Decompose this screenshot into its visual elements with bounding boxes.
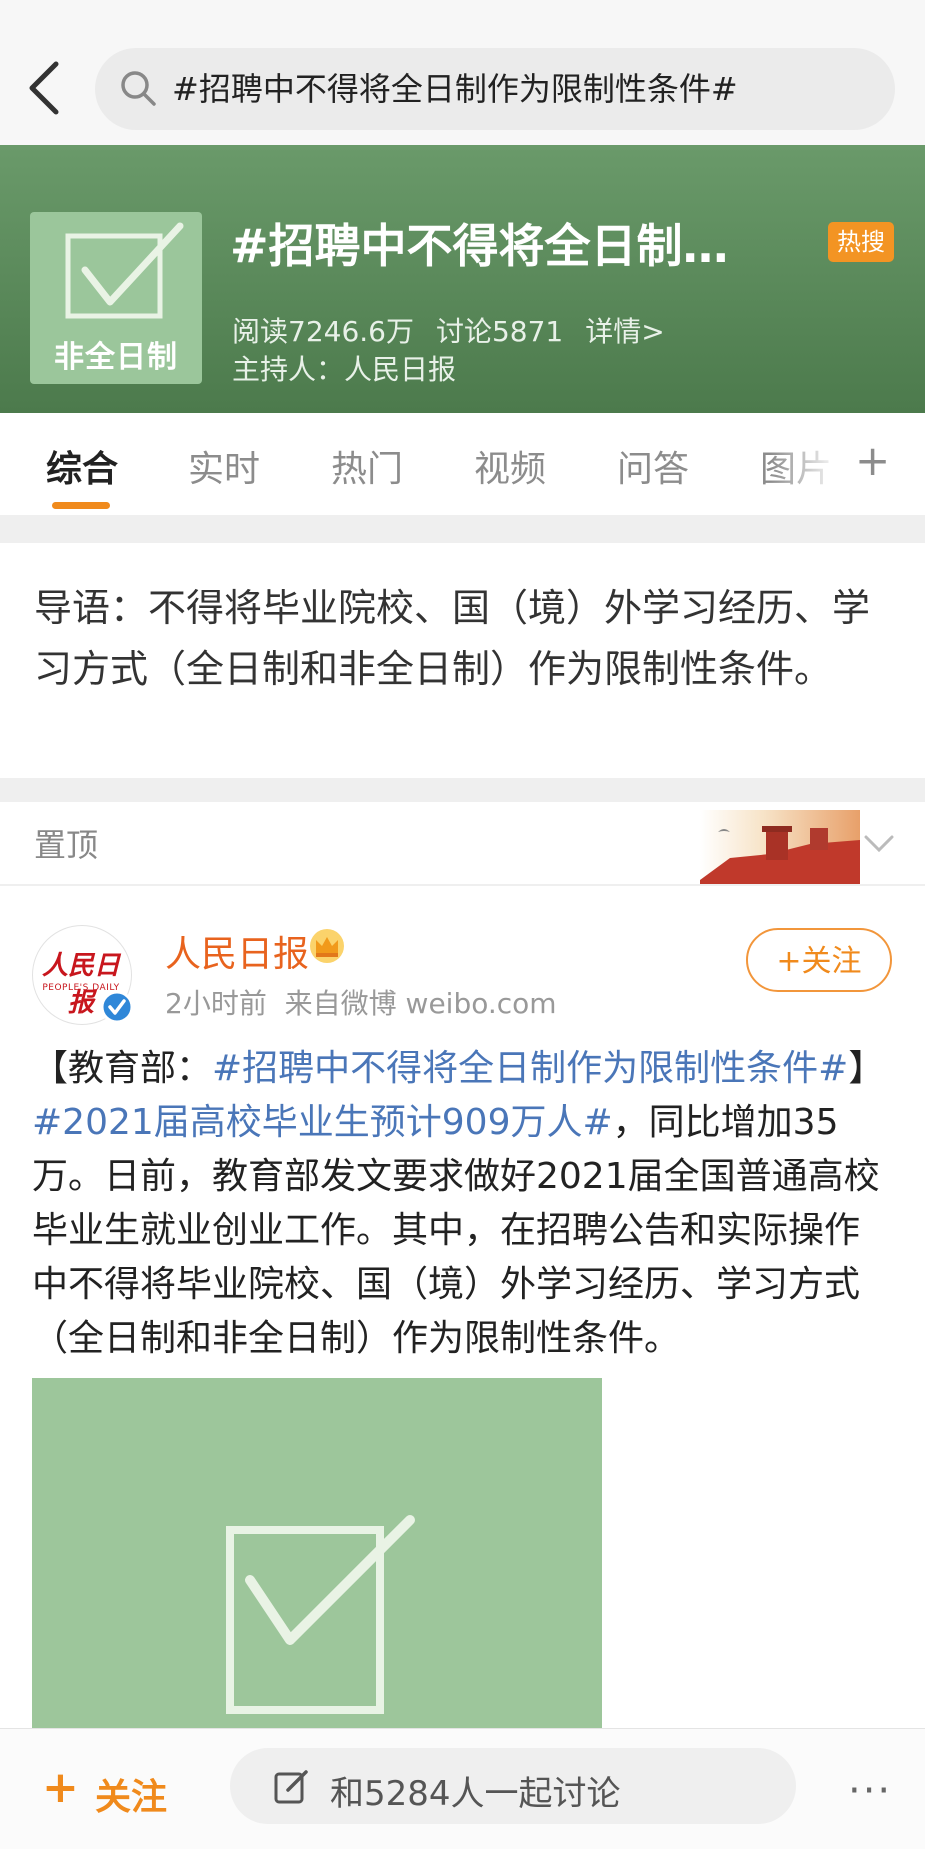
search-icon [121, 71, 156, 106]
search-query-text: #招聘中不得将全日制作为限制性条件# [172, 70, 738, 108]
more-options-icon[interactable]: ··· [848, 1768, 892, 1814]
plus-icon[interactable]: + [42, 1762, 79, 1813]
follow-topic-button[interactable]: 关注 [95, 1768, 167, 1820]
pinned-label: 置顶 [34, 826, 99, 864]
edit-icon [274, 1770, 308, 1804]
hashtag-link[interactable]: #招聘中不得将全日制作为限制性条件# [212, 1048, 848, 1089]
great-wall-banner-icon [700, 810, 860, 884]
topic-intro: 导语：不得将毕业院校、国（境）外学习经历、学习方式（全日制和非全日制）作为限制性… [34, 586, 871, 691]
post-body: 【教育部：#招聘中不得将全日制作为限制性条件#】 #2021届高校毕业生预计909… [32, 1042, 894, 1366]
divider-line [0, 884, 925, 886]
details-link[interactable]: 详情> [585, 315, 664, 348]
section-divider [0, 515, 925, 543]
tab-hot[interactable]: 热门 [331, 440, 403, 492]
post-time: 2小时前 [165, 987, 267, 1020]
active-tab-indicator [52, 502, 110, 509]
section-divider [0, 778, 925, 802]
topic-logo-text: 非全日制 [54, 340, 178, 375]
tab-qa[interactable]: 问答 [617, 440, 689, 492]
read-count: 阅读7246.6万 [232, 315, 414, 348]
author-name[interactable]: 人民日报 [165, 925, 309, 977]
crown-icon [310, 929, 344, 963]
discussion-count: 讨论5871 [435, 315, 564, 348]
tab-fade-overlay [770, 430, 840, 490]
hashtag-link[interactable]: #2021届高校毕业生预计909万人# [32, 1102, 613, 1143]
topic-title: #招聘中不得将全日制… [230, 219, 729, 273]
follow-button[interactable]: +关注 [746, 928, 892, 992]
discussion-input-text: 和5284人一起讨论 [330, 1774, 621, 1814]
verified-badge-icon [100, 990, 134, 1024]
chevron-down-icon[interactable] [862, 828, 896, 858]
tab-video[interactable]: 视频 [474, 440, 546, 492]
back-arrow-icon[interactable] [22, 58, 70, 118]
post-text: 】 [848, 1048, 885, 1089]
hot-search-badge: 热搜 [828, 222, 894, 262]
tab-comprehensive[interactable]: 综合 [46, 440, 118, 492]
post-meta: 2小时前 来自微博 weibo.com [165, 982, 557, 1022]
post-text: 【教育部： [32, 1048, 213, 1089]
post-source: 来自微博 weibo.com [284, 987, 557, 1020]
topic-stats: 阅读7246.6万 讨论5871 详情> [232, 310, 687, 350]
checkbox-check-icon [226, 1515, 415, 1714]
checkbox-check-icon [65, 222, 184, 319]
topic-host: 主持人：人民日报 [232, 353, 457, 386]
plus-icon[interactable]: + [855, 436, 890, 485]
tab-realtime[interactable]: 实时 [188, 440, 260, 492]
